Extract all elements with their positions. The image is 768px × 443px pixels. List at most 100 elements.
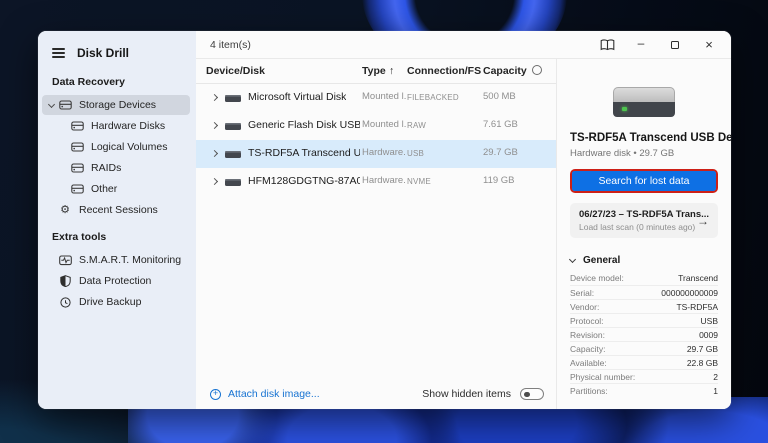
drive-icon [70,121,84,131]
drive-icon [225,95,241,102]
column-capacity[interactable]: Capacity [483,65,527,77]
sort-ascending-icon[interactable]: ↑ [389,65,394,77]
items-count: 4 item(s) [210,38,251,51]
sidebar-header: Disk Drill [38,41,196,65]
device-table: Device/Disk Type ↑ Connection/FS Capacit… [196,59,557,409]
property-key: Vendor: [570,301,600,312]
property-value: 29.7 GB [686,343,718,354]
session-subtitle: Load last scan (0 minutes ago) [579,222,696,232]
close-button[interactable]: × [699,35,719,55]
table-body: Microsoft Virtual Disk Mounted l... FILE… [196,84,556,379]
property-value: 000000000009 [661,287,718,298]
device-connection-fs: RAW [407,120,426,130]
sidebar-item-label: Data Protection [79,275,152,287]
sidebar-item-label: Recent Sessions [79,204,158,216]
sidebar-item-s-m-a-r-t-monitoring[interactable]: S.M.A.R.T. Monitoring [42,250,190,270]
detail-property-row: Capacity: 29.7 GB [570,341,718,355]
plus-circle-icon: + [210,388,221,400]
property-value: 1 [713,385,718,396]
knowledge-base-book-icon[interactable] [597,35,617,55]
property-key: Partitions: [570,385,608,396]
attach-disk-image-link[interactable]: + Attach disk image... [210,388,320,400]
sidebar-item-recent-sessions[interactable]: ⚙ Recent Sessions [42,200,190,220]
sidebar-item-label: Hardware Disks [91,120,166,132]
property-key: Protocol: [570,315,604,326]
general-section-header[interactable]: General [568,255,718,266]
column-type[interactable]: Type [362,65,386,77]
property-key: Device model: [570,273,624,283]
table-row[interactable]: HFM128GDGTNG-87A0A Hardware... NVME 119 … [196,168,556,196]
device-connection-fs: USB [407,148,425,158]
show-hidden-items-label: Show hidden items [422,388,511,400]
shield-icon [58,275,72,287]
detail-property-row: Device model: Transcend [570,271,718,285]
drive-icon [70,163,84,173]
property-key: Available: [570,357,607,368]
sidebar-item-label: Other [91,183,118,195]
sidebar-item-drive-backup[interactable]: Drive Backup [42,292,190,312]
device-capacity: 7.61 GB [483,119,518,130]
hamburger-menu-icon[interactable] [52,48,65,58]
table-row[interactable]: TS-RDF5A Transcend USB... Hardware... US… [196,140,556,168]
toggle-knob [524,391,530,397]
device-type: Mounted l... [362,91,406,102]
column-connection-fs[interactable]: Connection/FS [407,65,481,77]
sidebar-item-hardware-disks[interactable]: Hardware Disks [42,116,190,136]
device-name: TS-RDF5A Transcend USB... [248,147,360,159]
sidebar-item-label: S.M.A.R.T. Monitoring [79,254,182,266]
device-name: Generic Flash Disk USB De... [248,119,360,131]
drive-icon [58,100,72,110]
drive-icon [70,184,84,194]
clock-icon [58,296,72,308]
sidebar-item-storage-devices[interactable]: Storage Devices [42,95,190,115]
device-type: Mounted l... [362,119,406,130]
property-key: Physical number: [570,371,636,382]
property-value: Transcend [678,273,718,283]
drive-icon [70,142,84,152]
sidebar: Disk Drill Data Recovery Storage Devices H… [38,31,196,409]
column-device-disk[interactable]: Device/Disk [206,65,265,77]
attach-disk-image-label: Attach disk image... [228,388,320,400]
drive-front [613,102,675,117]
device-capacity: 29.7 GB [483,147,518,158]
show-hidden-items-toggle[interactable] [520,388,544,400]
drive-lid [613,87,675,102]
sidebar-item-label: Drive Backup [79,296,142,308]
detail-property-row: Revision: 0009 [570,327,718,341]
property-value: USB [700,315,718,326]
device-type: Hardware... [362,147,406,158]
annotation-highlight-box: Search for lost data [570,169,718,193]
property-key: Revision: [570,329,605,340]
drive-icon [225,179,241,186]
sidebar-sections: Data Recovery Storage Devices Hardware Dis… [38,76,196,312]
detail-property-row: Serial: 000000000009 [570,285,718,299]
sidebar-item-label: RAIDs [91,162,122,174]
smart-icon [58,254,72,266]
chevron-right-icon [210,93,219,102]
table-footer: + Attach disk image... Show hidden items [196,379,556,409]
minimize-button[interactable]: – [631,35,651,55]
sidebar-section-label: Data Recovery [52,76,125,88]
chevron-right-icon [210,149,219,158]
table-row[interactable]: Microsoft Virtual Disk Mounted l... FILE… [196,84,556,112]
session-title: 06/27/23 – TS-RDF5A Trans... [579,209,710,220]
detail-property-row: Partitions: 1 [570,383,718,397]
chevron-right-icon [210,177,219,186]
device-name: Microsoft Virtual Disk [248,91,347,103]
sidebar-item-raids[interactable]: RAIDs [42,158,190,178]
maximize-button[interactable] [665,35,685,55]
property-key: Capacity: [570,343,606,354]
sidebar-item-logical-volumes[interactable]: Logical Volumes [42,137,190,157]
content: Device/Disk Type ↑ Connection/FS Capacit… [196,59,731,409]
search-for-lost-data-button[interactable]: Search for lost data [572,171,716,191]
recent-session-card[interactable]: 06/27/23 – TS-RDF5A Trans... Load last s… [570,203,718,238]
detail-property-row: Physical number: 2 [570,369,718,383]
gear-icon: ⚙ [60,203,70,216]
sidebar-item-other[interactable]: Other [42,179,190,199]
app-title: Disk Drill [77,46,130,60]
refresh-icon[interactable] [532,65,542,75]
sidebar-item-data-protection[interactable]: Data Protection [42,271,190,291]
detail-panel: TS-RDF5A Transcend USB Device Hardware d… [557,59,731,409]
main-area: 4 item(s) – × Device/Disk Type ↑ Connect… [196,31,731,409]
table-row[interactable]: Generic Flash Disk USB De... Mounted l..… [196,112,556,140]
